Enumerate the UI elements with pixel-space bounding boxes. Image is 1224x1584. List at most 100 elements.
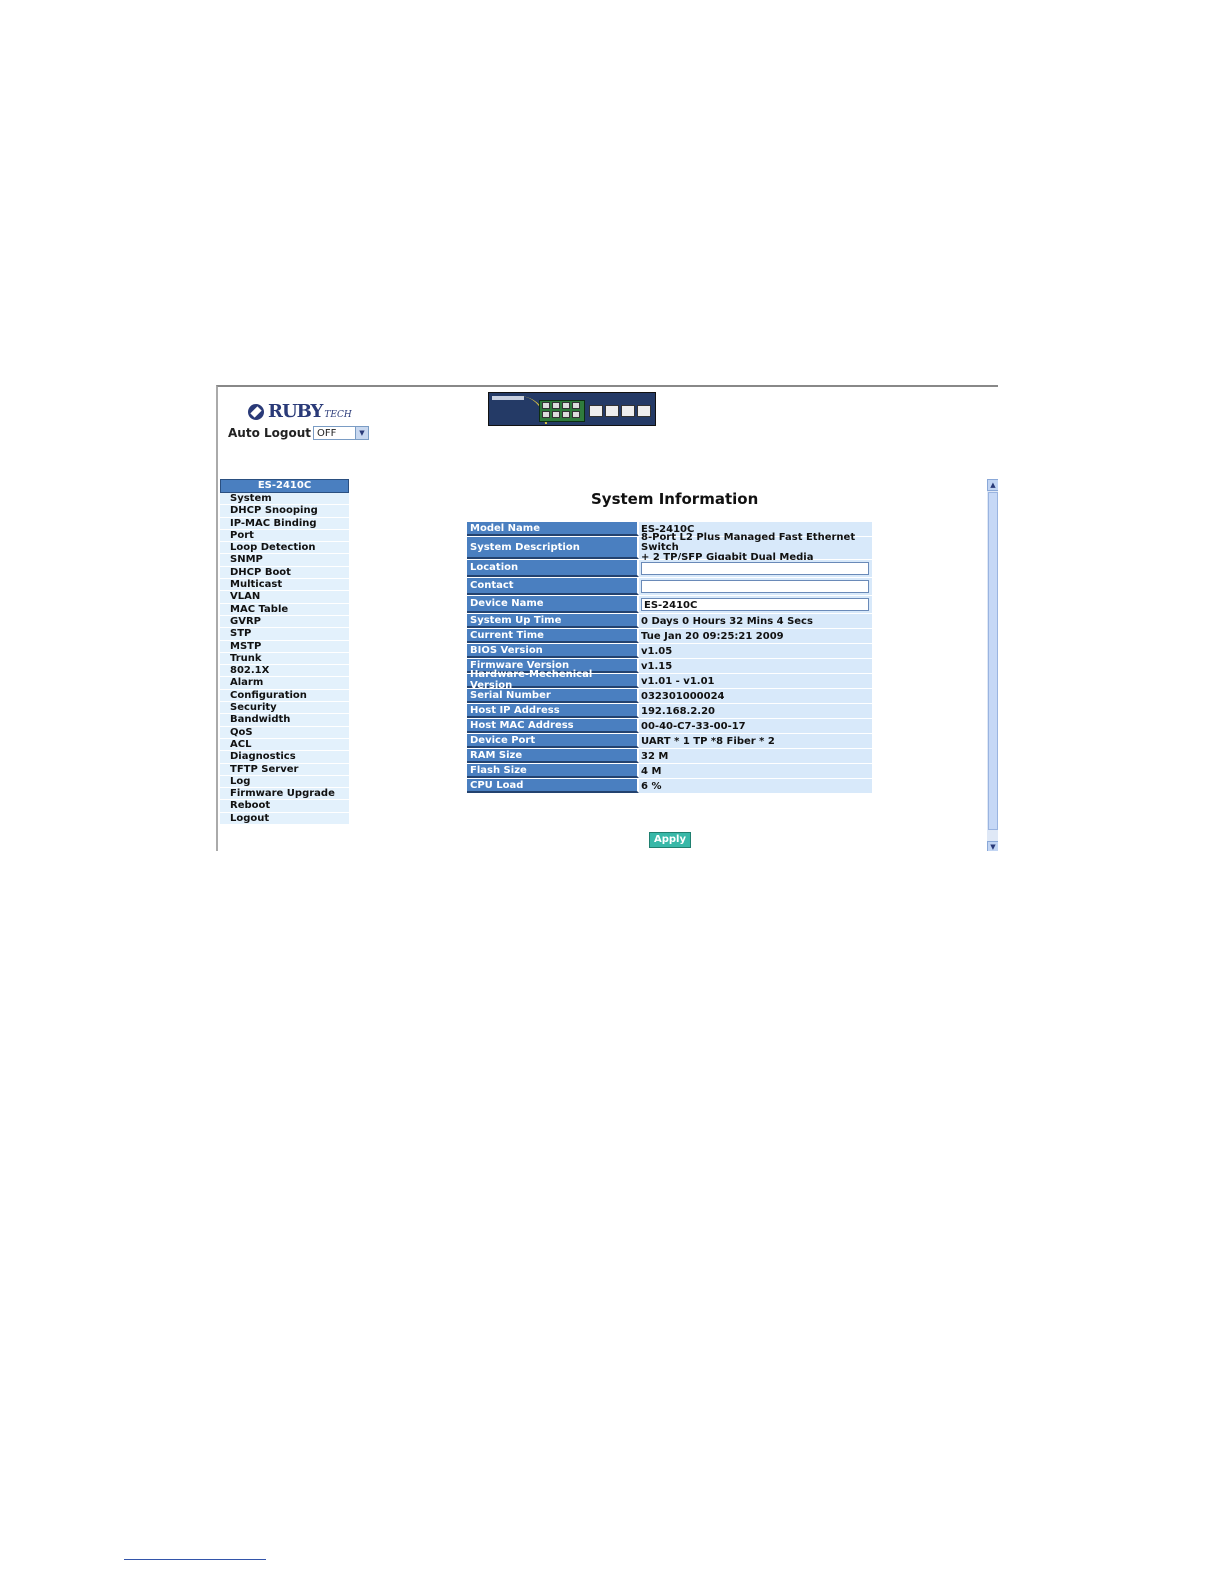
info-value: 0 Days 0 Hours 32 Mins 4 Secs bbox=[641, 615, 813, 627]
browser-frame: RUBY TECH Auto Logout OFF ▼ ES-2410C Sys… bbox=[216, 385, 998, 851]
info-row: Location bbox=[467, 560, 872, 578]
sidebar-item-log[interactable]: Log bbox=[220, 775, 349, 789]
scroll-up-icon[interactable]: ▲ bbox=[987, 479, 998, 491]
sidebar-item-firmware-upgrade[interactable]: Firmware Upgrade bbox=[220, 788, 349, 801]
info-value-cell: 8-Port L2 Plus Managed Fast Ethernet Swi… bbox=[639, 533, 872, 563]
info-value: v1.15 bbox=[641, 660, 673, 672]
info-value: v1.05 bbox=[641, 645, 673, 657]
auto-logout-select[interactable]: OFF ▼ bbox=[313, 426, 369, 440]
port-icon bbox=[552, 402, 560, 409]
sidebar-item-logout[interactable]: Logout bbox=[220, 812, 349, 826]
sidebar-item-ip-mac-binding[interactable]: IP-MAC Binding bbox=[220, 517, 349, 530]
info-label: Model Name bbox=[467, 522, 639, 536]
sidebar-item-qos[interactable]: QoS bbox=[220, 726, 349, 739]
scroll-down-icon[interactable]: ▼ bbox=[987, 841, 998, 851]
info-value: 032301000024 bbox=[641, 690, 725, 702]
port-icon bbox=[562, 402, 570, 409]
contact-input[interactable] bbox=[641, 580, 869, 593]
info-value-cell: 192.168.2.20 bbox=[639, 704, 872, 718]
port-icon bbox=[562, 411, 570, 418]
scroll-thumb[interactable] bbox=[988, 492, 998, 830]
sfp-port-icon bbox=[589, 405, 603, 417]
info-label: Current Time bbox=[467, 629, 639, 643]
info-row: Current Time Tue Jan 20 09:25:21 2009 bbox=[467, 629, 872, 644]
sidebar-item-security[interactable]: Security bbox=[220, 702, 349, 715]
footnote-rule bbox=[124, 1559, 266, 1560]
sidebar-item-dhcp-boot[interactable]: DHCP Boot bbox=[220, 566, 349, 580]
info-label: Contact bbox=[467, 578, 639, 595]
sidebar-item-vlan[interactable]: VLAN bbox=[220, 591, 349, 604]
sidebar-item-multicast[interactable]: Multicast bbox=[220, 579, 349, 592]
sidebar-item-802-1x[interactable]: 802.1X bbox=[220, 665, 349, 678]
info-value-cell: v1.15 bbox=[639, 659, 872, 673]
sidebar-item-acl[interactable]: ACL bbox=[220, 738, 349, 752]
logo-mark-icon bbox=[248, 403, 264, 420]
info-value: v1.01 - v1.01 bbox=[641, 675, 715, 687]
info-label: Host IP Address bbox=[467, 704, 639, 718]
info-label: Serial Number bbox=[467, 689, 639, 703]
info-value-cell: 00-40-C7-33-00-17 bbox=[639, 719, 872, 733]
sidebar-item-diagnostics[interactable]: Diagnostics bbox=[220, 751, 349, 764]
info-row: Contact bbox=[467, 578, 872, 596]
info-value: 6 % bbox=[641, 780, 662, 792]
info-row: Device Port UART * 1 TP *8 Fiber * 2 bbox=[467, 734, 872, 749]
info-label: Hardware-Mechenical Version bbox=[467, 669, 639, 691]
switch-front-panel-image bbox=[488, 392, 656, 426]
sidebar-item-mstp[interactable]: MSTP bbox=[220, 640, 349, 653]
system-info-table: Model Name ES-2410C System Description 8-Po… bbox=[467, 522, 872, 794]
logo-brand: RUBY bbox=[268, 401, 323, 422]
sidebar-title: ES-2410C bbox=[220, 479, 349, 493]
chevron-down-icon[interactable]: ▼ bbox=[355, 427, 368, 439]
info-value: UART * 1 TP *8 Fiber * 2 bbox=[641, 735, 775, 747]
info-label: Host MAC Address bbox=[467, 719, 639, 733]
auto-logout-control: Auto Logout OFF ▼ bbox=[228, 426, 369, 440]
page-title: System Information bbox=[591, 490, 759, 508]
info-value-cell: 0 Days 0 Hours 32 Mins 4 Secs bbox=[639, 614, 872, 628]
info-value-cell bbox=[639, 560, 872, 577]
logo-brand-suffix: TECH bbox=[324, 409, 352, 420]
ruby-tech-logo: RUBY TECH bbox=[248, 401, 352, 422]
info-row: Serial Number 032301000024 bbox=[467, 689, 872, 704]
info-label: BIOS Version bbox=[467, 644, 639, 658]
info-row: Host IP Address 192.168.2.20 bbox=[467, 704, 872, 719]
sidebar-item-snmp[interactable]: SNMP bbox=[220, 554, 349, 567]
info-label: Flash Size bbox=[467, 764, 639, 778]
sidebar-item-configuration[interactable]: Configuration bbox=[220, 689, 349, 703]
info-value: 00-40-C7-33-00-17 bbox=[641, 720, 746, 732]
sidebar-item-trunk[interactable]: Trunk bbox=[220, 652, 349, 666]
info-value-cell: v1.05 bbox=[639, 644, 872, 658]
info-label: System Description bbox=[467, 537, 639, 559]
port-icon bbox=[572, 411, 580, 418]
auto-logout-label: Auto Logout bbox=[228, 426, 311, 440]
info-value-cell: 032301000024 bbox=[639, 689, 872, 703]
port-icon bbox=[572, 402, 580, 409]
sidebar-item-port[interactable]: Port bbox=[220, 529, 349, 543]
info-value-cell: UART * 1 TP *8 Fiber * 2 bbox=[639, 734, 872, 748]
info-label: Device Port bbox=[467, 734, 639, 748]
device-name-input[interactable]: ES-2410C bbox=[641, 598, 869, 611]
port-icon bbox=[552, 411, 560, 418]
info-row: System Up Time 0 Days 0 Hours 32 Mins 4 S… bbox=[467, 614, 872, 629]
sidebar-item-tftp-server[interactable]: TFTP Server bbox=[220, 763, 349, 776]
sidebar-item-system[interactable]: System bbox=[220, 493, 349, 506]
info-label: System Up Time bbox=[467, 614, 639, 628]
info-label: RAM Size bbox=[467, 749, 639, 763]
info-value: 192.168.2.20 bbox=[641, 705, 716, 717]
info-row: Device Name ES-2410C bbox=[467, 596, 872, 614]
info-label: Location bbox=[467, 560, 639, 577]
info-value-cell: ES-2410C bbox=[639, 596, 872, 613]
info-row: RAM Size 32 M bbox=[467, 749, 872, 764]
sidebar-item-reboot[interactable]: Reboot bbox=[220, 800, 349, 813]
sidebar-item-loop-detection[interactable]: Loop Detection bbox=[220, 542, 349, 555]
sidebar-item-dhcp-snooping[interactable]: DHCP Snooping bbox=[220, 505, 349, 518]
location-input[interactable] bbox=[641, 562, 869, 575]
vertical-scrollbar[interactable]: ▲ ▼ bbox=[987, 479, 998, 851]
sidebar-item-mac-table[interactable]: MAC Table bbox=[220, 603, 349, 616]
sidebar-item-alarm[interactable]: Alarm bbox=[220, 677, 349, 690]
info-row: Host MAC Address 00-40-C7-33-00-17 bbox=[467, 719, 872, 734]
info-value: 8-Port L2 Plus Managed Fast Ethernet Swi… bbox=[641, 532, 856, 553]
sidebar-item-stp[interactable]: STP bbox=[220, 628, 349, 641]
sidebar-item-bandwidth[interactable]: Bandwidth bbox=[220, 714, 349, 727]
sidebar-item-gvrp[interactable]: GVRP bbox=[220, 615, 349, 629]
apply-button[interactable]: Apply bbox=[649, 832, 691, 848]
